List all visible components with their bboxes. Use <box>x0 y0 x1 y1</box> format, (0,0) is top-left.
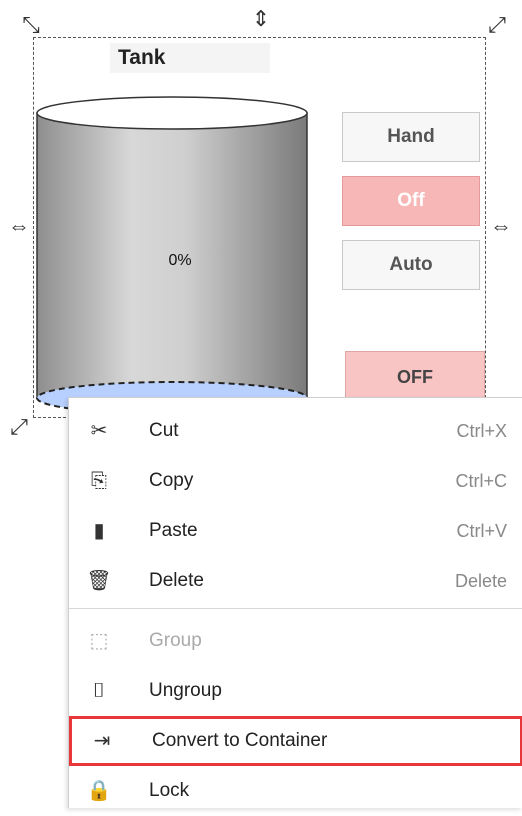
context-menu: ✂ Cut Ctrl+X ⎘ Copy Ctrl+C ▮ Paste Ctrl+… <box>68 397 522 808</box>
menu-item-delete[interactable]: 🗑 Delete Delete <box>69 556 522 606</box>
menu-separator <box>69 608 522 609</box>
status-off-button[interactable]: OFF <box>345 351 485 399</box>
trash-icon: 🗑 <box>86 570 112 592</box>
group-icon: ⬚ <box>89 630 109 652</box>
menu-item-shortcut: Ctrl+C <box>455 471 507 491</box>
menu-item-label: Delete <box>149 570 204 591</box>
ungroup-icon: ⌷ <box>93 680 105 702</box>
menu-item-copy[interactable]: ⎘ Copy Ctrl+C <box>69 456 522 506</box>
scissors-icon: ✂ <box>90 420 108 442</box>
menu-item-group[interactable]: ⬚ Group <box>69 616 522 666</box>
menu-item-label: Lock <box>149 780 190 801</box>
menu-item-shortcut: Delete <box>454 571 507 591</box>
menu-item-lock[interactable]: 🔒 Lock <box>69 766 522 816</box>
menu-item-label: Ungroup <box>149 680 222 701</box>
container-icon: ⇥ <box>93 730 111 752</box>
auto-button[interactable]: Auto <box>342 240 480 290</box>
hand-button[interactable]: Hand <box>342 112 480 162</box>
menu-item-paste[interactable]: ▮ Paste Ctrl+V <box>69 506 522 556</box>
menu-item-shortcut: Ctrl+V <box>456 521 507 541</box>
menu-item-cut[interactable]: ✂ Cut Ctrl+X <box>69 406 522 456</box>
menu-item-label: Cut <box>149 420 179 441</box>
clipboard-icon: ▮ <box>93 520 105 542</box>
menu-item-shortcut: Ctrl+X <box>456 421 507 441</box>
menu-item-convert-to-container[interactable]: ⇥ Convert to Container <box>69 716 522 766</box>
lock-icon: 🔒 <box>86 780 112 802</box>
menu-item-label: Copy <box>149 470 194 491</box>
copy-icon: ⎘ <box>91 470 107 492</box>
off-button[interactable]: Off <box>342 176 480 226</box>
menu-item-label: Paste <box>149 520 198 541</box>
menu-item-label: Convert to Container <box>152 730 328 751</box>
tank-level-text: 0% <box>168 252 192 269</box>
menu-item-label: Group <box>149 630 202 651</box>
menu-item-ungroup[interactable]: ⌷ Ungroup <box>69 666 522 716</box>
